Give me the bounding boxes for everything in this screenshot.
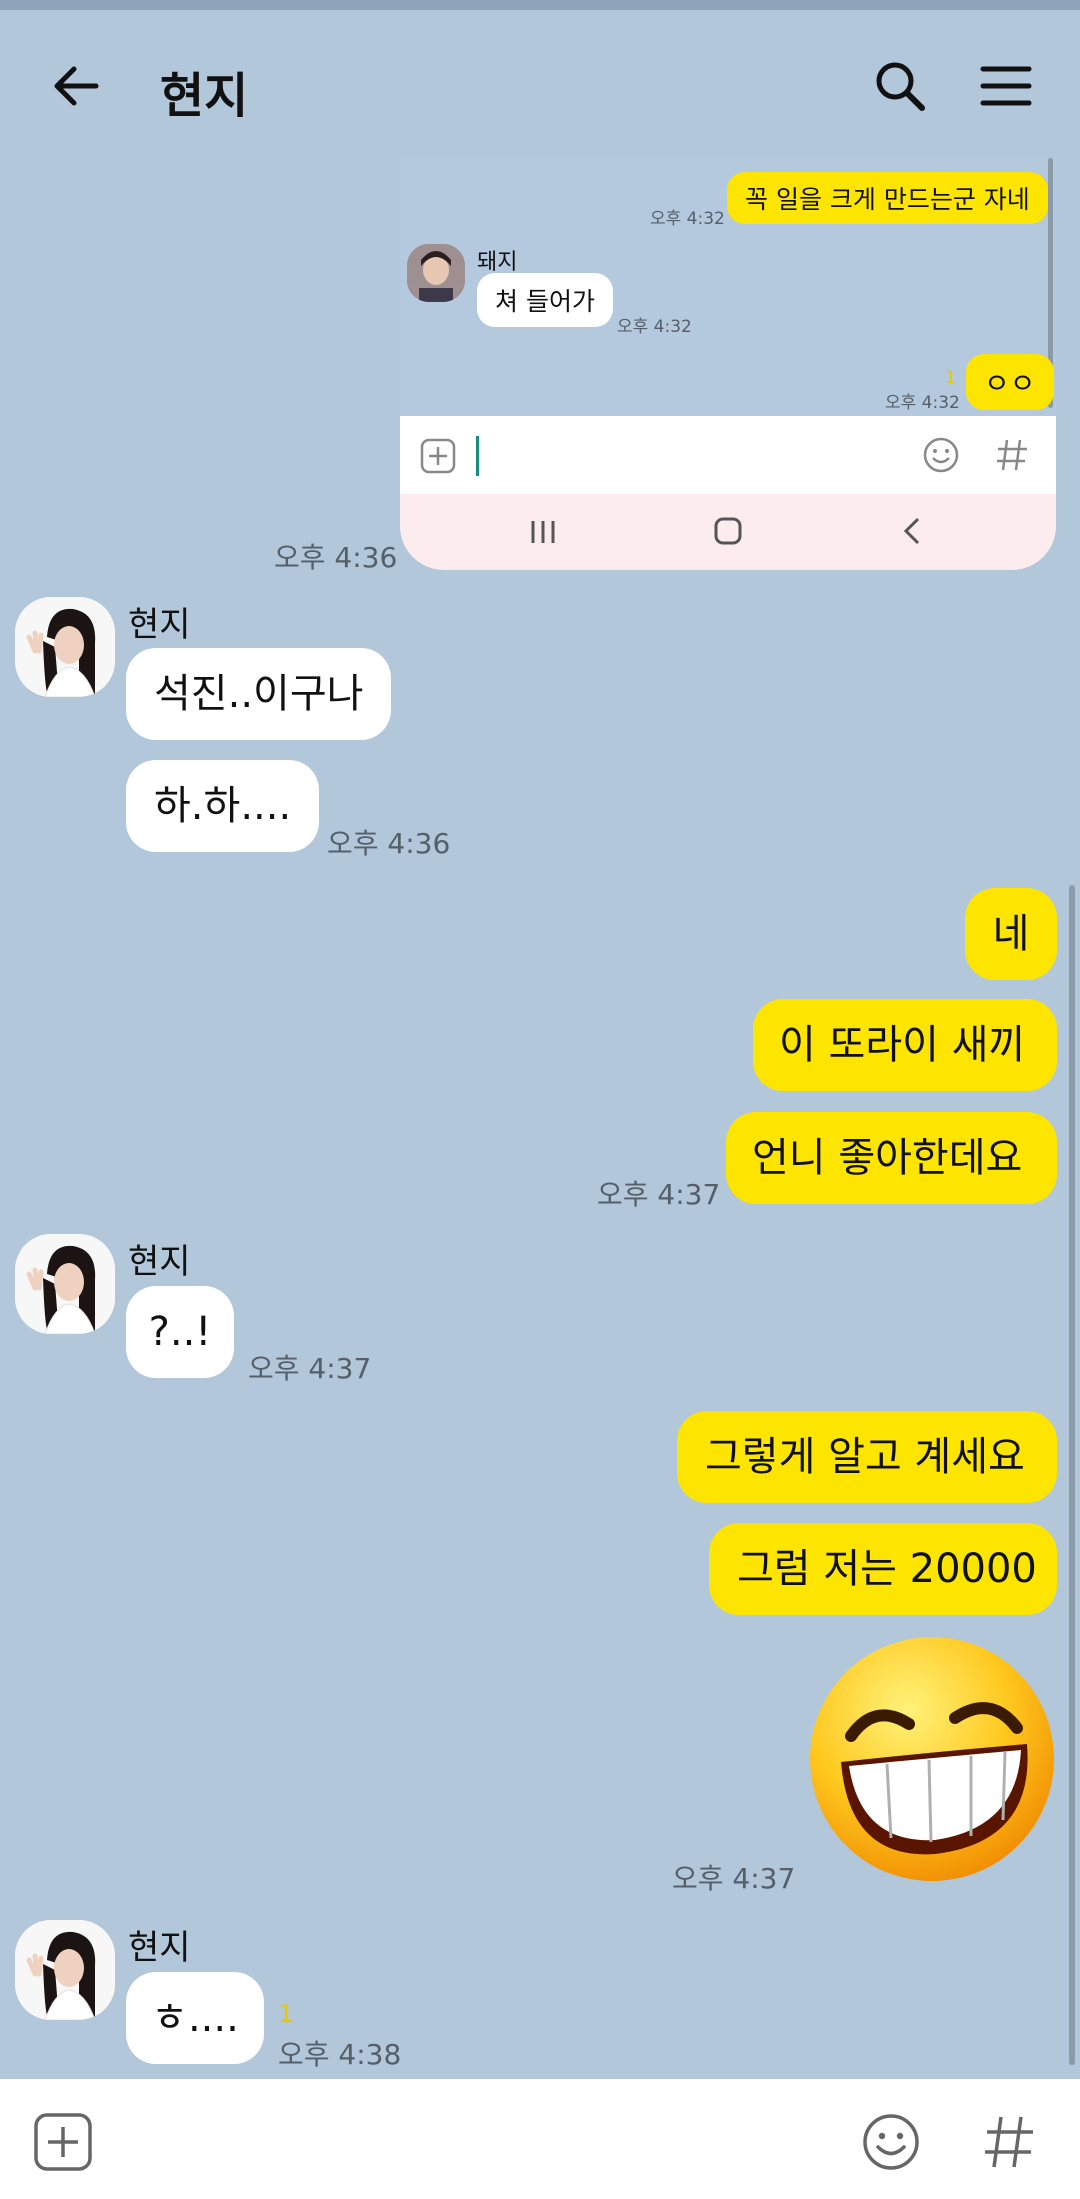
message-bubble[interactable]: ?..! [126,1286,234,1378]
sender-name: 현지 [128,1242,191,1282]
message-time: 오후 4:36 [274,541,398,574]
search-icon [876,62,925,111]
message-time: 오후 4:38 [278,2038,402,2071]
sender-name: 현지 [128,605,191,645]
sent-screenshot-image[interactable]: 오후 4:32 꼭 일을 크게 만드는군 자네 돼지 쳐 들어가 오후 4:32… [400,158,1056,570]
plus-icon [420,438,456,474]
screenshot-nav-bar [400,494,1056,570]
back-nav-icon [903,517,920,545]
screenshot-input-bar [400,416,1056,494]
message-bubble[interactable]: 그럼 저는 20000 [709,1523,1057,1615]
message-bubble[interactable]: 석진..이구나 [126,648,392,740]
sender-name: 현지 [128,1928,191,1968]
screenshot-avatar [407,244,465,302]
screenshot-sender: 돼지 [477,250,518,275]
screenshot-their-bubble: 쳐 들어가 [477,273,613,327]
screenshot-time: 오후 4:32 [885,393,960,413]
menu-button[interactable] [970,50,1042,122]
message-input-bar [0,2079,1080,2199]
search-button[interactable] [864,50,936,122]
message-bubble[interactable]: 언니 좋아한데요 [726,1112,1057,1204]
back-button[interactable] [40,50,112,122]
hashtag-icon [997,439,1027,471]
avatar[interactable] [15,1234,115,1334]
avatar[interactable] [15,597,115,697]
plus-icon [34,2113,92,2171]
recents-icon [531,521,555,543]
screenshot-my-bubble: 꼭 일을 크게 만드는군 자네 [727,172,1048,224]
chat-title: 현지 [160,68,249,124]
chat-scrollbar[interactable] [1069,885,1075,2065]
screenshot-my-bubble: ㅇㅇ [966,354,1054,410]
screenshot-unread: 1 [945,368,956,388]
message-bubble[interactable]: 네 [965,888,1057,980]
attach-button[interactable] [30,2109,96,2175]
emoji-icon [863,2114,919,2170]
emoji-button[interactable] [858,2109,924,2175]
message-bubble[interactable]: 이 또라이 새끼 [753,999,1057,1091]
message-time: 오후 4:37 [248,1352,372,1385]
menu-icon [980,66,1032,106]
home-icon [714,517,742,545]
screenshot-time: 오후 4:32 [650,209,725,229]
message-bubble[interactable]: 그렇게 알고 계세요 [677,1411,1057,1503]
message-time: 오후 4:37 [597,1178,721,1211]
text-cursor [476,436,479,476]
message-time: 오후 4:36 [327,827,451,860]
message-bubble[interactable]: 하.하.... [126,760,320,852]
chat-header: 현지 [0,10,1080,160]
unread-count: 1 [278,2000,294,2028]
status-strip [0,0,1080,10]
hashtag-button[interactable] [976,2109,1042,2175]
laughing-emoji-icon[interactable] [805,1632,1059,1886]
screenshot-time: 오후 4:32 [617,317,692,337]
hashtag-icon [985,2116,1033,2168]
back-arrow-icon [54,66,99,106]
avatar[interactable] [15,1920,115,2020]
message-time: 오후 4:37 [672,1862,796,1895]
message-input[interactable] [120,2099,840,2179]
emoji-icon [923,437,959,473]
message-bubble[interactable]: ㅎ.... [126,1972,264,2064]
